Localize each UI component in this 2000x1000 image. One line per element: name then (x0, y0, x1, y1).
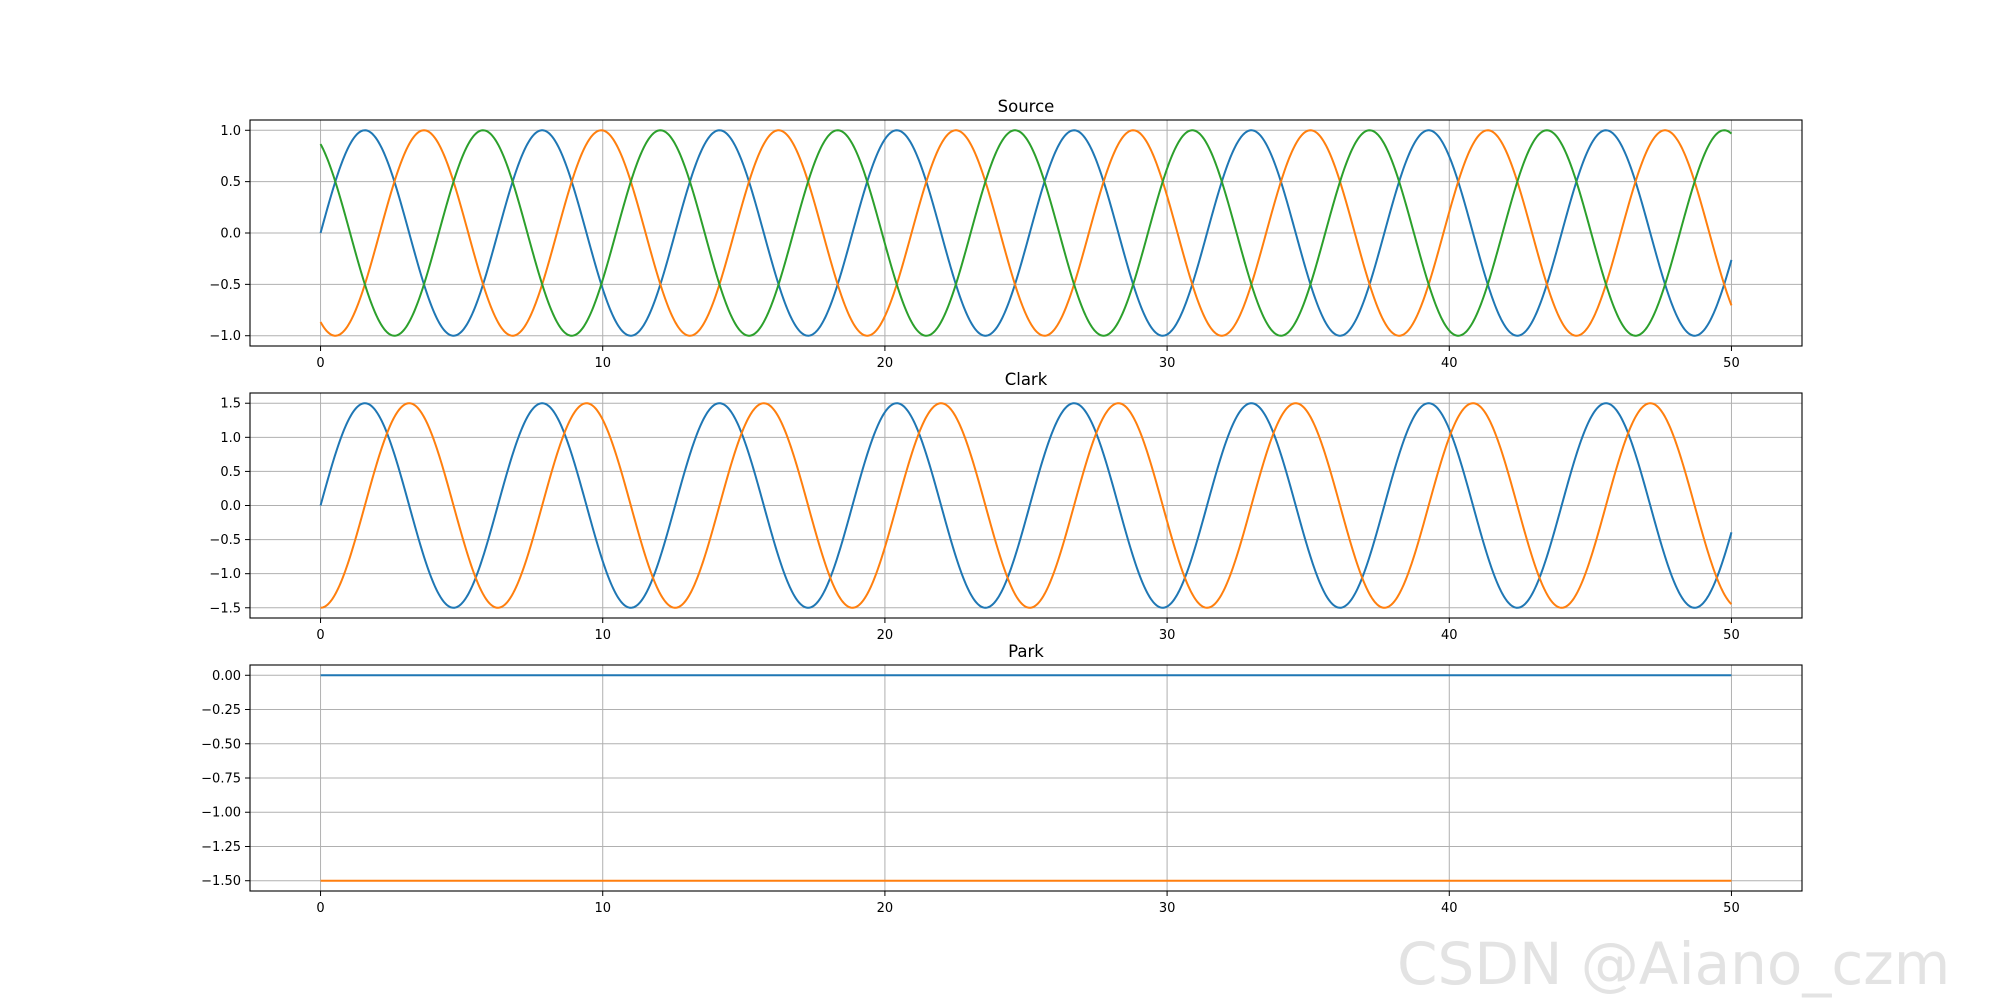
figure: 0 10 20 30 40 50 −1.0 −0.5 0.0 0.5 1.0 Source 0 10 20 3… (201, 97, 1950, 998)
y-tick-label: 0.0 (220, 499, 241, 514)
x-tick-label: 40 (1441, 628, 1458, 643)
x-tick-label: 30 (1159, 628, 1176, 643)
y-tick-label: −0.5 (209, 533, 241, 548)
x-tick-label: 40 (1441, 901, 1458, 916)
x-tick-label: 30 (1159, 901, 1176, 916)
y-tick-label: 0.0 (220, 227, 241, 242)
plot-title: Clark (1005, 370, 1048, 389)
y-tick-label: −1.0 (209, 329, 241, 344)
x-tick-label: 50 (1723, 628, 1740, 643)
x-tick-label: 20 (877, 356, 894, 371)
y-tick-label: −1.00 (201, 806, 241, 821)
subplot-source: 0 10 20 30 40 50 −1.0 −0.5 0.0 0.5 1.0 Source (209, 97, 1803, 371)
x-tick-label: 20 (877, 901, 894, 916)
y-tick-label: −0.5 (209, 278, 241, 293)
x-tick-label: 50 (1723, 901, 1740, 916)
y-tick-label: 1.5 (220, 397, 241, 412)
y-tick-label: −0.25 (201, 703, 241, 718)
y-tick-label: −0.75 (201, 772, 241, 787)
x-tick-label: 0 (316, 356, 324, 371)
subplot-clark: 0 10 20 30 40 50 −1.5 −1.0 −0.5 0.0 0.5 1.0 1.5 Clark (209, 370, 1803, 643)
y-tick-label: −1.0 (209, 567, 241, 582)
y-tick-label: −0.50 (201, 737, 241, 752)
plot-title: Park (1008, 642, 1044, 661)
x-tick-label: 10 (594, 628, 611, 643)
x-tick-label: 30 (1159, 356, 1176, 371)
plot-title: Source (998, 97, 1055, 116)
x-tick-label: 10 (594, 356, 611, 371)
y-tick-label: 0.5 (220, 175, 241, 190)
x-tick-label: 40 (1441, 356, 1458, 371)
x-tick-label: 20 (877, 628, 894, 643)
y-tick-label: 0.00 (212, 669, 241, 684)
y-tick-label: −1.5 (209, 601, 241, 616)
x-tick-label: 10 (594, 901, 611, 916)
x-tick-label: 0 (316, 901, 324, 916)
y-tick-label: −1.25 (201, 840, 241, 855)
y-tick-label: 1.0 (220, 431, 241, 446)
subplot-park: 0 10 20 30 40 50 −1.50 −1.25 −1.00 −0.75 −0.50 −0.2… (201, 642, 1803, 916)
y-tick-label: −1.50 (201, 874, 241, 889)
y-tick-label: 0.5 (220, 465, 241, 480)
x-tick-label: 0 (316, 628, 324, 643)
y-tick-label: 1.0 (220, 124, 241, 139)
watermark: CSDN @Aiano_czm (1397, 930, 1950, 998)
x-tick-label: 50 (1723, 356, 1740, 371)
